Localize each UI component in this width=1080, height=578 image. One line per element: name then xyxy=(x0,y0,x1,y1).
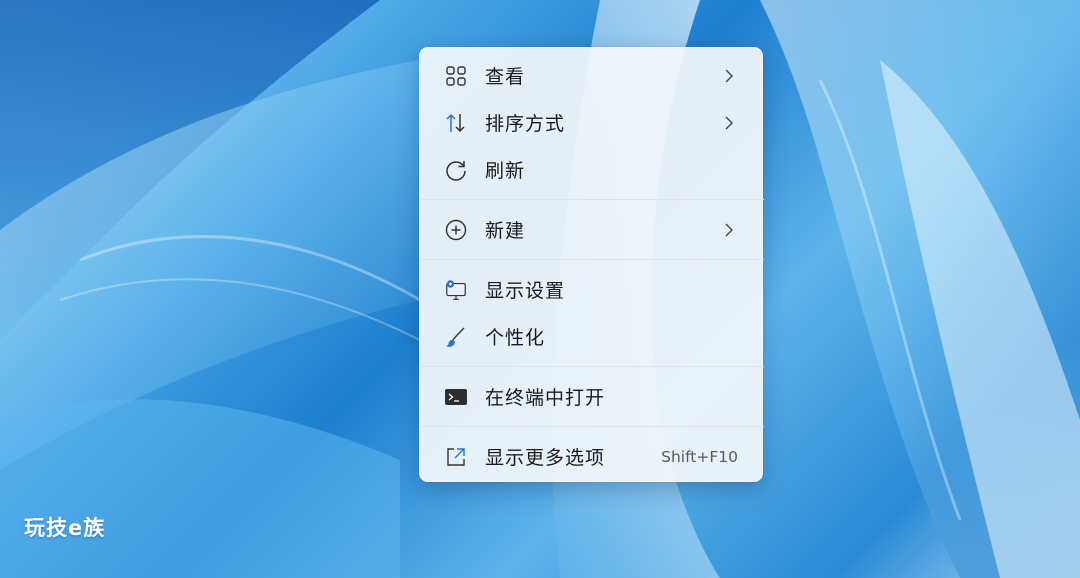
menu-item-label: 排序方式 xyxy=(485,113,566,135)
menu-item-label: 新建 xyxy=(485,220,526,242)
menu-item-open-in-terminal[interactable]: 在终端中打开 xyxy=(424,373,758,420)
menu-item-label: 查看 xyxy=(485,66,526,88)
menu-separator xyxy=(420,259,764,260)
keyboard-shortcut: Shift+F10 xyxy=(661,447,738,466)
menu-item-view[interactable]: 查看 xyxy=(424,52,758,99)
menu-item-new[interactable]: 新建 xyxy=(424,206,758,253)
display-settings-icon xyxy=(444,278,468,302)
menu-item-personalize[interactable]: 个性化 xyxy=(424,313,758,360)
menu-separator xyxy=(420,366,764,367)
chevron-right-icon xyxy=(724,69,734,83)
menu-item-label: 刷新 xyxy=(485,160,526,182)
chevron-right-icon xyxy=(724,116,734,130)
chevron-right-icon xyxy=(724,223,734,237)
plus-circle-icon xyxy=(444,218,468,242)
menu-item-label: 显示更多选项 xyxy=(485,447,606,469)
menu-item-label: 个性化 xyxy=(485,327,546,349)
terminal-icon xyxy=(444,385,468,409)
menu-separator xyxy=(420,199,764,200)
desktop-context-menu: 查看 排序方式 刷新 新建 显示设置 个性化 在终端中打开 显示更多选项 Shi… xyxy=(419,47,764,482)
menu-separator xyxy=(420,426,764,427)
menu-item-sort-by[interactable]: 排序方式 xyxy=(424,99,758,146)
grid-view-icon xyxy=(444,64,468,88)
paintbrush-icon xyxy=(444,325,468,349)
menu-item-show-more-options[interactable]: 显示更多选项 Shift+F10 xyxy=(424,433,758,480)
menu-item-display-settings[interactable]: 显示设置 xyxy=(424,266,758,313)
refresh-icon xyxy=(444,158,468,182)
menu-item-label: 在终端中打开 xyxy=(485,387,606,409)
menu-item-label: 显示设置 xyxy=(485,280,566,302)
show-more-icon xyxy=(444,445,468,469)
watermark-logo: 玩技e族 xyxy=(24,516,106,540)
sort-arrows-icon xyxy=(444,111,468,135)
menu-item-refresh[interactable]: 刷新 xyxy=(424,146,758,193)
